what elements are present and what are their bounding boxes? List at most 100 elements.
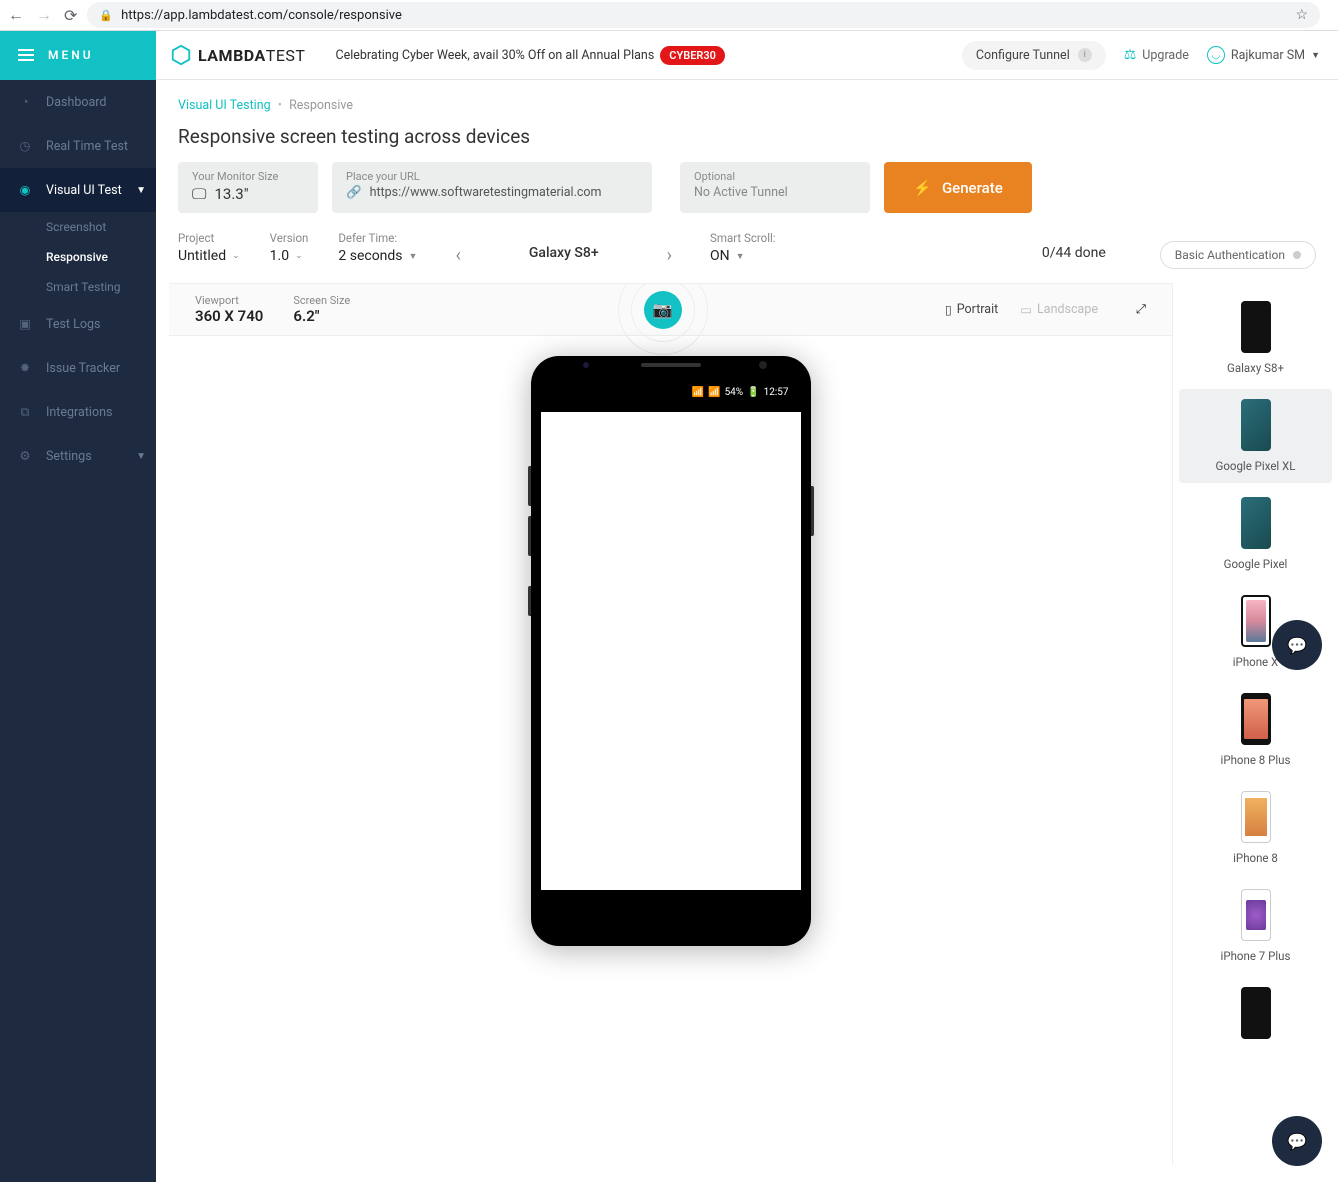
breadcrumb-separator: • — [278, 98, 282, 113]
sidebar-item-testlogs[interactable]: ▣Test Logs — [0, 302, 156, 346]
generate-button[interactable]: ⚡ Generate — [884, 162, 1032, 213]
sidebar-item-visualuitest[interactable]: ◉Visual UI Test▼ — [0, 168, 156, 212]
expand-icon[interactable]: ⤢ — [1136, 302, 1146, 317]
power-button — [811, 486, 814, 536]
cube-icon: ▣ — [16, 315, 34, 333]
bolt-icon: ⚡ — [913, 179, 932, 197]
device-card-iphone8plus[interactable]: iPhone 8 Plus — [1179, 683, 1332, 777]
device-nav-bar — [541, 890, 801, 930]
speaker-icon — [641, 363, 701, 367]
portrait-toggle[interactable]: ▯Portrait — [945, 302, 998, 318]
upgrade-link[interactable]: ⚖ Upgrade — [1124, 47, 1189, 63]
breadcrumb-link[interactable]: Visual UI Testing — [178, 98, 271, 113]
monitor-icon: 🖵 — [192, 185, 206, 203]
device-card-next[interactable] — [1179, 977, 1332, 1057]
status-time: 12:57 — [764, 387, 789, 398]
tunnel-select-box[interactable]: Optional No Active Tunnel — [680, 162, 870, 213]
preview-main: Viewport 360 X 740 Screen Size 6.2" 📷 — [169, 283, 1172, 1165]
url-text: https://app.lambdatest.com/console/respo… — [121, 8, 402, 23]
device-thumb-icon — [1241, 497, 1271, 549]
gauge-icon: ◔ — [16, 93, 34, 111]
url-label: Place your URL — [346, 170, 638, 183]
chevron-down-icon: ⌄ — [295, 251, 303, 261]
device-card-iphone7plus[interactable]: iPhone 7 Plus — [1179, 879, 1332, 973]
eye-icon: ◉ — [16, 181, 34, 199]
forward-icon[interactable]: → — [36, 5, 52, 25]
logo-icon — [170, 44, 192, 66]
smart-scroll-select[interactable]: Smart Scroll: ON▼ — [710, 231, 776, 264]
chevron-down-icon: ⌄ — [232, 251, 240, 261]
logo-bold: LAMBDA — [198, 46, 266, 65]
monitor-label: Your Monitor Size — [192, 170, 304, 183]
bixby-button — [528, 586, 531, 616]
screenshot-button[interactable]: 📷 — [644, 291, 682, 329]
back-icon[interactable]: ← — [8, 5, 24, 25]
device-card-galaxys8plus[interactable]: Galaxy S8+ — [1179, 291, 1332, 385]
device-card-pixel[interactable]: Google Pixel — [1179, 487, 1332, 581]
project-select[interactable]: Project Untitled⌄ — [178, 231, 240, 264]
star-icon[interactable]: ☆ — [1295, 7, 1308, 23]
phone-portrait-icon: ▯ — [945, 302, 952, 318]
chat-icon: 💬 — [1287, 636, 1307, 655]
landscape-toggle[interactable]: ▭Landscape — [1020, 302, 1098, 318]
sidebar-item-settings[interactable]: ⚙Settings▼ — [0, 434, 156, 478]
lock-icon: 🔒 — [99, 9, 113, 22]
wifi-icon: 📶 — [692, 387, 704, 398]
chevron-down-icon: ▼ — [1311, 50, 1320, 61]
reload-icon[interactable]: ⟳ — [64, 6, 77, 25]
settings-row: Project Untitled⌄ Version 1.0⌄ Defer Tim… — [156, 227, 1338, 283]
viewport-info: Viewport 360 X 740 — [195, 294, 263, 325]
version-select[interactable]: Version 1.0⌄ — [270, 231, 309, 264]
device-picker[interactable]: Galaxy S8+ Google Pixel XL Google Pixel … — [1172, 283, 1338, 1165]
promo-text: Celebrating Cyber Week, avail 30% Off on… — [335, 48, 654, 63]
sidebar-subitem-screenshot[interactable]: Screenshot — [0, 212, 156, 242]
chat-bubble[interactable]: 💬 — [1272, 1116, 1322, 1166]
sidebar-item-integrations[interactable]: ⧉Integrations — [0, 390, 156, 434]
chat-bubble[interactable]: 💬 — [1272, 620, 1322, 670]
sidebar-subitem-responsive[interactable]: Responsive — [0, 242, 156, 272]
current-device-name: Galaxy S8+ — [499, 231, 629, 261]
url-input-box[interactable]: Place your URL 🔗https://www.softwaretest… — [332, 162, 652, 213]
top-bar: MENU LAMBDATEST Celebrating Cyber Week, … — [0, 31, 1338, 80]
device-card-iphone8[interactable]: iPhone 8 — [1179, 781, 1332, 875]
device-screen[interactable]: 📶 📶 54% 🔋 12:57 — [541, 372, 801, 930]
caret-down-icon: ▼ — [409, 251, 418, 262]
defer-time-select[interactable]: Defer Time: 2 seconds▼ — [338, 231, 417, 264]
sidebar-item-dashboard[interactable]: ◔Dashboard — [0, 80, 156, 124]
username: Rajkumar SM — [1231, 48, 1305, 63]
user-avatar-icon: ◡ — [1207, 46, 1225, 64]
sidebar-item-issuetracker[interactable]: ✹Issue Tracker — [0, 346, 156, 390]
menu-label: MENU — [48, 48, 94, 62]
address-bar[interactable]: 🔒 https://app.lambdatest.com/console/res… — [87, 2, 1320, 28]
volume-down-button — [528, 516, 531, 556]
user-menu[interactable]: ◡ Rajkumar SM ▼ — [1207, 46, 1320, 64]
device-card-pixelxl[interactable]: Google Pixel XL — [1179, 389, 1332, 483]
clock-icon: ◷ — [16, 137, 34, 155]
basic-auth-toggle[interactable]: Basic Authentication — [1160, 241, 1316, 269]
sensor-icon — [583, 362, 589, 368]
main-content: Visual UI Testing • Responsive Responsiv… — [156, 80, 1338, 1182]
promo-code[interactable]: CYBER30 — [660, 46, 725, 65]
sidebar-item-realtimetest[interactable]: ◷Real Time Test — [0, 124, 156, 168]
prev-device-button[interactable]: ‹ — [447, 245, 468, 266]
battery-icon: 🔋 — [747, 387, 759, 398]
volume-up-button — [528, 466, 531, 506]
screen-viewport — [541, 412, 801, 890]
battery-percent: 54% — [725, 387, 744, 398]
next-device-button[interactable]: › — [659, 245, 680, 266]
progress-text: 0/44 done — [1042, 231, 1106, 261]
menu-toggle[interactable]: MENU — [0, 31, 156, 80]
device-thumb-icon — [1241, 399, 1271, 451]
configure-tunnel-button[interactable]: Configure Tunnel i — [962, 41, 1106, 70]
logo[interactable]: LAMBDATEST — [156, 44, 319, 66]
browser-chrome: ← → ⟳ 🔒 https://app.lambdatest.com/conso… — [0, 0, 1338, 31]
device-thumb-icon — [1241, 301, 1271, 353]
sidebar-subitem-smarttesting[interactable]: Smart Testing — [0, 272, 156, 302]
toggle-indicator — [1293, 251, 1301, 259]
link-icon: ⧉ — [16, 403, 34, 421]
tunnel-label: Optional — [694, 170, 856, 183]
device-thumb-icon — [1241, 889, 1271, 941]
chevron-down-icon: ▼ — [136, 451, 146, 462]
device-thumb-icon — [1241, 595, 1271, 647]
logo-thin: TEST — [266, 46, 306, 65]
